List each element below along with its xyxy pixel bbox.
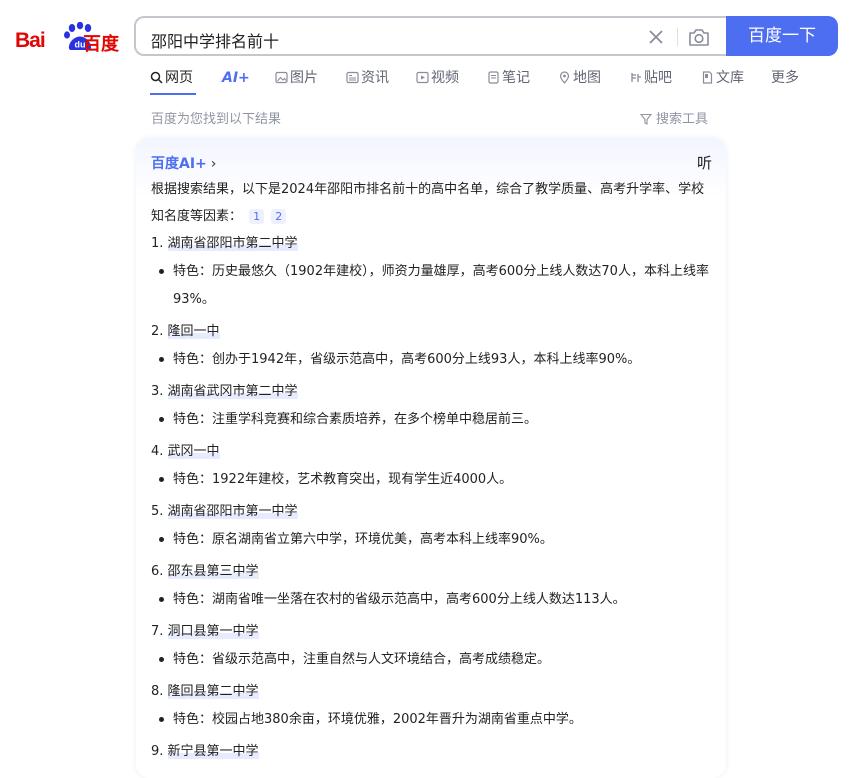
item-number: 9. bbox=[151, 744, 164, 759]
tab-label: 图片 bbox=[290, 70, 318, 86]
search-query: 邵阳中学排名前十 bbox=[151, 32, 280, 51]
logo-bai-text: Bai bbox=[15, 29, 46, 52]
list-item: 1. 湖南省邵阳市第二中学 特色：历史最悠久（1902年建校），师资力量雄厚，高… bbox=[151, 230, 711, 314]
news-icon bbox=[346, 71, 359, 84]
item-feature: 特色：创办于1942年，省级示范高中，高考600分上线93人，本科上线率90%。 bbox=[151, 346, 711, 374]
school-name-link[interactable]: 邵东县第三中学 bbox=[167, 564, 259, 579]
item-number: 8. bbox=[151, 684, 164, 699]
item-number: 6. bbox=[151, 564, 164, 579]
ai-brand-link[interactable]: 百度AI+ › bbox=[151, 153, 216, 173]
tab-video[interactable]: 视频 bbox=[416, 68, 459, 88]
search-bar: 邵阳中学排名前十 百度一下 bbox=[134, 16, 838, 56]
item-feature: 特色：校园占地380余亩，环境优雅，2002年晋升为湖南省重点中学。 bbox=[151, 706, 711, 734]
school-name-link[interactable]: 湖南省邵阳市第二中学 bbox=[167, 236, 298, 251]
tieba-icon bbox=[631, 73, 641, 82]
note-icon bbox=[488, 71, 499, 84]
item-title: 6. 邵东县第三中学 bbox=[151, 558, 711, 586]
tab-tieba[interactable]: 贴吧 bbox=[629, 68, 672, 88]
list-item: 2. 隆回一中 特色：创办于1942年，省级示范高中，高考600分上线93人，本… bbox=[151, 318, 711, 374]
logo-baidu-text: 百度 bbox=[83, 34, 119, 55]
tab-images[interactable]: 图片 bbox=[275, 68, 318, 88]
video-icon bbox=[416, 71, 429, 84]
tab-label: 资讯 bbox=[361, 70, 389, 86]
item-feature: 特色：历史最悠久（1902年建校），师资力量雄厚，高考600分上线人数达70人，… bbox=[151, 258, 711, 314]
camera-icon[interactable] bbox=[687, 26, 711, 48]
ai-intro-text: 根据搜索结果，以下是2024年邵阳市排名前十的高中名单，综合了教学质量、高考升学… bbox=[151, 182, 705, 224]
tab-ai[interactable]: AI+ bbox=[222, 68, 250, 88]
map-pin-icon bbox=[559, 71, 570, 84]
school-list: 1. 湖南省邵阳市第二中学 特色：历史最悠久（1902年建校），师资力量雄厚，高… bbox=[151, 230, 711, 766]
item-title: 8. 隆回县第二中学 bbox=[151, 678, 711, 706]
item-feature: 特色：注重学科竞赛和综合素质培养，在多个榜单中稳居前三。 bbox=[151, 406, 711, 434]
tab-label: 贴吧 bbox=[644, 70, 672, 86]
list-item: 9. 新宁县第一中学 bbox=[151, 738, 711, 766]
funnel-icon bbox=[640, 113, 652, 125]
item-feature: 特色：1922年建校，艺术教育突出，现有学生近4000人。 bbox=[151, 466, 711, 494]
tab-web[interactable]: 网页 bbox=[150, 68, 193, 88]
document-icon bbox=[702, 71, 713, 84]
item-number: 2. bbox=[151, 324, 164, 339]
search-tools-button[interactable]: 搜索工具 bbox=[640, 108, 708, 127]
chevron-right-icon: › bbox=[210, 156, 217, 172]
list-item: 8. 隆回县第二中学 特色：校园占地380余亩，环境优雅，2002年晋升为湖南省… bbox=[151, 678, 711, 734]
school-name-link[interactable]: 洞口县第一中学 bbox=[167, 624, 259, 639]
image-icon bbox=[275, 71, 288, 84]
item-title: 3. 湖南省武冈市第二中学 bbox=[151, 378, 711, 406]
search-button[interactable]: 百度一下 bbox=[726, 16, 838, 56]
tab-label: 网页 bbox=[165, 70, 193, 86]
tab-news[interactable]: 资讯 bbox=[346, 68, 389, 88]
item-number: 4. bbox=[151, 444, 164, 459]
listen-button[interactable]: 听 bbox=[697, 152, 712, 173]
item-title: 1. 湖南省邵阳市第二中学 bbox=[151, 230, 711, 258]
school-name-link[interactable]: 隆回一中 bbox=[167, 324, 220, 339]
tab-label: 文库 bbox=[716, 70, 744, 86]
list-item: 7. 洞口县第一中学 特色：省级示范高中，注重自然与人文环境结合，高考成绩稳定。 bbox=[151, 618, 711, 674]
tab-label: 视频 bbox=[431, 70, 459, 86]
list-item: 6. 邵东县第三中学 特色：湖南省唯一坐落在农村的省级示范高中，高考600分上线… bbox=[151, 558, 711, 614]
item-title: 5. 湖南省邵阳市第一中学 bbox=[151, 498, 711, 526]
list-item: 3. 湖南省武冈市第二中学 特色：注重学科竞赛和综合素质培养，在多个榜单中稳居前… bbox=[151, 378, 711, 434]
item-number: 1. bbox=[151, 236, 164, 251]
school-name-link[interactable]: 湖南省邵阳市第一中学 bbox=[167, 504, 298, 519]
item-title: 2. 隆回一中 bbox=[151, 318, 711, 346]
reference-badge[interactable]: 1 bbox=[249, 209, 265, 224]
school-name-link[interactable]: 隆回县第二中学 bbox=[167, 684, 259, 699]
item-number: 3. bbox=[151, 384, 164, 399]
tab-label: 笔记 bbox=[502, 70, 530, 86]
item-title: 7. 洞口县第一中学 bbox=[151, 618, 711, 646]
tab-label: 地图 bbox=[573, 70, 601, 86]
list-item: 5. 湖南省邵阳市第一中学 特色：原名湖南省立第六中学，环境优美，高考本科上线率… bbox=[151, 498, 711, 554]
item-number: 7. bbox=[151, 624, 164, 639]
ai-intro: 根据搜索结果，以下是2024年邵阳市排名前十的高中名单，综合了教学质量、高考升学… bbox=[151, 176, 706, 230]
tab-map[interactable]: 地图 bbox=[558, 68, 601, 88]
item-feature: 特色：原名湖南省立第六中学，环境优美，高考本科上线率90%。 bbox=[151, 526, 711, 554]
divider bbox=[677, 28, 678, 46]
reference-badge[interactable]: 2 bbox=[271, 209, 287, 224]
result-count: 百度为您找到以下结果 bbox=[151, 112, 282, 127]
school-name-link[interactable]: 武冈一中 bbox=[167, 444, 220, 459]
item-title: 9. 新宁县第一中学 bbox=[151, 738, 711, 766]
ai-answer-card: 百度AI+ › 听 根据搜索结果，以下是2024年邵阳市排名前十的高中名单，综合了… bbox=[136, 138, 726, 778]
tab-notes[interactable]: 笔记 bbox=[487, 68, 530, 88]
ai-brand: 百度AI+ bbox=[151, 156, 207, 172]
close-icon[interactable] bbox=[646, 27, 666, 47]
active-tab-indicator bbox=[150, 93, 196, 95]
school-name-link[interactable]: 新宁县第一中学 bbox=[167, 744, 259, 759]
item-title: 4. 武冈一中 bbox=[151, 438, 711, 466]
search-icon bbox=[150, 71, 163, 84]
list-item: 4. 武冈一中 特色：1922年建校，艺术教育突出，现有学生近4000人。 bbox=[151, 438, 711, 494]
item-number: 5. bbox=[151, 504, 164, 519]
item-feature: 特色：省级示范高中，注重自然与人文环境结合，高考成绩稳定。 bbox=[151, 646, 711, 674]
search-tools-label: 搜索工具 bbox=[656, 112, 709, 127]
tab-more[interactable]: 更多 bbox=[771, 68, 799, 88]
tab-wenku[interactable]: 文库 bbox=[701, 68, 744, 88]
search-input[interactable]: 邵阳中学排名前十 bbox=[134, 16, 726, 56]
item-feature: 特色：湖南省唯一坐落在农村的省级示范高中，高考600分上线人数达113人。 bbox=[151, 586, 711, 614]
baidu-logo[interactable]: Bai du 百度 bbox=[15, 18, 120, 55]
school-name-link[interactable]: 湖南省武冈市第二中学 bbox=[167, 384, 298, 399]
